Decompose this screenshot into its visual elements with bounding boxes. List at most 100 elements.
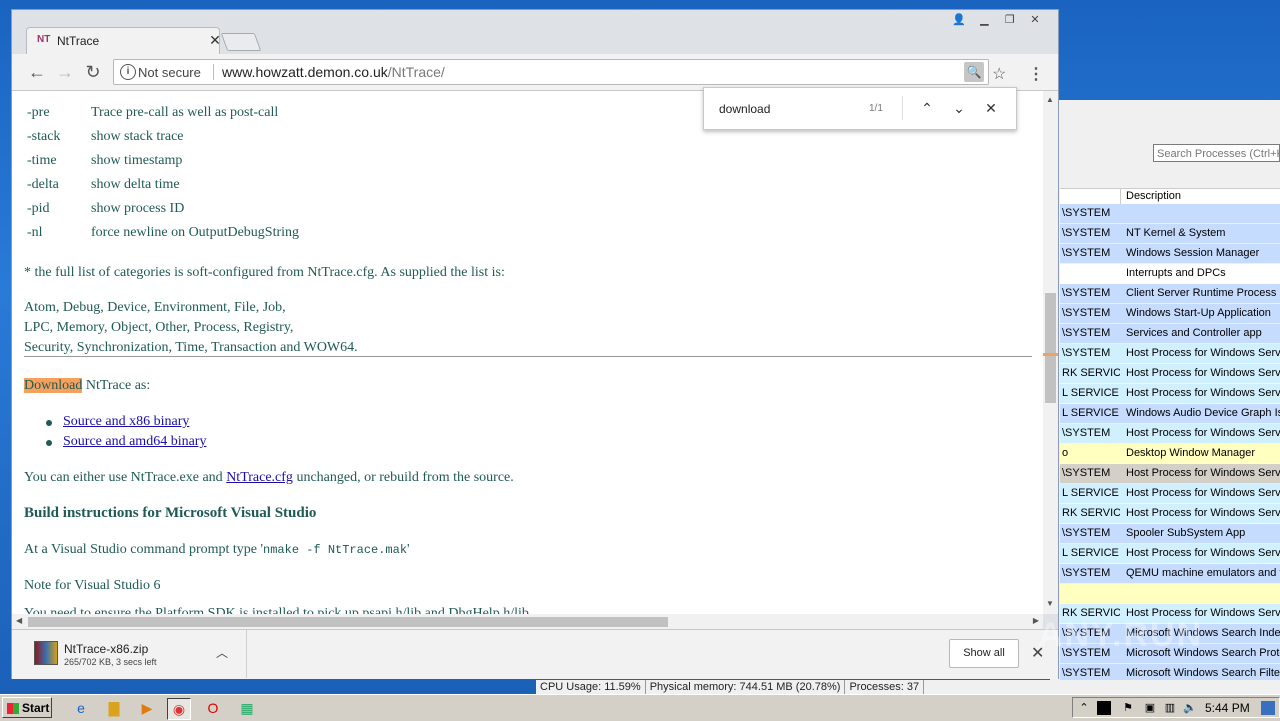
scroll-left-icon[interactable]: ◀ [16, 616, 22, 625]
option-desc: force newline on OutputDebugString [91, 225, 300, 240]
link-nttrace-cfg[interactable]: NtTrace.cfg [226, 470, 293, 485]
process-row[interactable]: \SYSTEM Host Process for Windows Servic [1060, 424, 1280, 444]
process-row[interactable]: L SERVICE Windows Audio Device Graph Is [1060, 404, 1280, 424]
process-row[interactable] [1060, 584, 1280, 604]
clock[interactable]: 5:44 PM [1205, 701, 1250, 715]
network-icon[interactable]: ▥ [1163, 701, 1177, 715]
option-desc: show process ID [91, 201, 185, 216]
volume-icon[interactable]: 🔈 [1183, 701, 1197, 715]
process-row[interactable]: Interrupts and DPCs [1060, 264, 1280, 284]
process-row[interactable]: \SYSTEM QEMU machine emulators and to [1060, 564, 1280, 584]
url-text[interactable]: www.howzatt.demon.co.uk/NtTrace/ [222, 64, 445, 80]
media-player-icon[interactable]: ▶ [136, 698, 158, 718]
horizontal-scrollbar[interactable]: ◀ ▶ [12, 614, 1043, 629]
process-user: L SERVICE [1062, 407, 1119, 419]
chevron-down-icon[interactable]: ⌄ [949, 98, 969, 118]
close-icon[interactable]: ✕ [981, 98, 1001, 118]
scroll-up-icon[interactable]: ▲ [1046, 95, 1054, 104]
folder-icon[interactable]: ▇ [103, 698, 125, 718]
find-match-marker [1043, 353, 1058, 356]
process-row[interactable]: L SERVICE Host Process for Windows Servic [1060, 484, 1280, 504]
nmake-command: nmake -f NtTrace.mak [263, 543, 408, 557]
download-line: Download NtTrace as: [24, 378, 150, 394]
process-row[interactable]: \SYSTEM Spooler SubSystem App [1060, 524, 1280, 544]
watermark: ANY.RUN [1038, 616, 1204, 654]
page-content: -pre Trace pre-call as well as post-call … [12, 91, 1043, 614]
link-source-amd64[interactable]: Source and amd64 binary [63, 434, 206, 449]
not-secure-label[interactable]: Not secure [138, 65, 201, 80]
process-explorer-window[interactable]: Search Processes (Ctrl+K) Description \S… [1050, 100, 1280, 680]
bookmark-star-icon[interactable]: ☆ [992, 64, 1006, 84]
process-explorer-icon[interactable]: ▦ [236, 698, 258, 718]
process-description: Host Process for Windows Servic [1126, 347, 1280, 359]
process-user: RK SERVICE [1062, 507, 1120, 519]
process-user: \SYSTEM [1062, 427, 1111, 439]
process-row[interactable]: \SYSTEM [1060, 204, 1280, 224]
physical-memory: Physical memory: 744.51 MB (20.78%) [646, 680, 846, 694]
process-row[interactable]: RK SERVICE Host Process for Windows Servi… [1060, 504, 1280, 524]
find-input[interactable]: download [719, 102, 770, 116]
vs6-note: Note for Visual Studio 6 [24, 578, 161, 593]
back-icon[interactable]: ← [26, 62, 48, 82]
process-user: \SYSTEM [1062, 207, 1111, 219]
forward-icon[interactable]: → [54, 62, 76, 82]
url-host: www.howzatt.demon.co.uk [222, 64, 388, 80]
process-row[interactable]: L SERVICE Host Process for Windows Servic [1060, 384, 1280, 404]
tray-app-icon[interactable] [1097, 701, 1111, 715]
find-divider [902, 96, 903, 120]
minimize-button[interactable]: ▁ [973, 12, 995, 28]
address-bar[interactable]: i Not secure www.howzatt.demon.co.uk/NtT… [113, 59, 989, 85]
process-row[interactable]: \SYSTEM Client Server Runtime Process [1060, 284, 1280, 304]
restore-button[interactable]: ❐ [999, 12, 1021, 28]
show-desktop-icon[interactable] [1261, 701, 1275, 715]
info-icon[interactable]: i [120, 64, 136, 80]
chrome-taskbar-icon[interactable]: ◉ [167, 698, 191, 720]
scroll-down-icon[interactable]: ▼ [1046, 599, 1054, 608]
process-row[interactable]: \SYSTEM NT Kernel & System [1060, 224, 1280, 244]
find-in-page-icon[interactable]: 🔍 [964, 62, 984, 82]
tab-nttrace[interactable]: NT NtTrace ✕ [26, 27, 221, 55]
process-description: Host Process for Windows Servic [1126, 547, 1280, 559]
download-filename: NtTrace-x86.zip [64, 642, 149, 656]
ie-icon[interactable]: e [70, 698, 92, 718]
process-user: \SYSTEM [1062, 287, 1111, 299]
vertical-scroll-thumb[interactable] [1045, 293, 1056, 403]
process-row[interactable]: L SERVICE Host Process for Windows Servic [1060, 544, 1280, 564]
process-row[interactable]: \SYSTEM Windows Start-Up Application [1060, 304, 1280, 324]
column-user[interactable] [1060, 189, 1121, 205]
process-row[interactable]: o Desktop Window Manager [1060, 444, 1280, 464]
process-row[interactable]: \SYSTEM Services and Controller app [1060, 324, 1280, 344]
find-count: 1/1 [869, 103, 883, 114]
process-row[interactable]: \SYSTEM Host Process for Windows Servic [1060, 344, 1280, 364]
menu-icon[interactable]: ⋮ [1028, 64, 1044, 84]
chevron-up-icon[interactable]: ︿ [216, 644, 228, 661]
tray-expand-icon[interactable]: ⌃ [1077, 701, 1091, 715]
profile-icon[interactable]: 👤 [948, 12, 970, 28]
categories-note: * the full list of categories is soft-co… [24, 265, 505, 280]
new-tab-button[interactable] [220, 33, 262, 51]
horizontal-scroll-thumb[interactable] [28, 617, 668, 627]
process-row[interactable]: \SYSTEM Host Process for Windows Servic [1060, 464, 1280, 484]
flag-icon[interactable]: ⚑ [1121, 701, 1135, 715]
opera-icon[interactable]: O [202, 698, 224, 718]
link-source-x86[interactable]: Source and x86 binary [63, 414, 189, 429]
process-row[interactable]: RK SERVICE Host Process for Windows Servi… [1060, 364, 1280, 384]
show-all-button[interactable]: Show all [949, 639, 1019, 668]
start-button[interactable]: Start [2, 697, 52, 718]
security-icon[interactable]: ▣ [1143, 701, 1157, 715]
column-description[interactable]: Description [1126, 190, 1181, 202]
option-desc: show delta time [91, 177, 180, 192]
reload-icon[interactable]: ↻ [82, 62, 104, 82]
process-description: Host Process for Windows Servic [1126, 487, 1280, 499]
vertical-scrollbar[interactable]: ▲ ▼ [1043, 91, 1058, 614]
download-item[interactable]: NtTrace-x86.zip 265/702 KB, 3 secs left … [20, 630, 247, 678]
chevron-up-icon[interactable]: ⌃ [917, 98, 937, 118]
process-row[interactable]: \SYSTEM Windows Session Manager [1060, 244, 1280, 264]
search-processes-input[interactable]: Search Processes (Ctrl+K) [1153, 144, 1280, 162]
process-row[interactable]: \SYSTEM Microsoft Windows Search Filter [1060, 664, 1280, 680]
process-description: Spooler SubSystem App [1126, 527, 1246, 539]
bullet-icon [46, 420, 52, 426]
process-user: \SYSTEM [1062, 527, 1111, 539]
chrome-window: NT NtTrace ✕ 👤 ▁ ❐ ✕ ← → ↻ i Not secure … [11, 9, 1059, 679]
close-window-button[interactable]: ✕ [1024, 12, 1046, 28]
